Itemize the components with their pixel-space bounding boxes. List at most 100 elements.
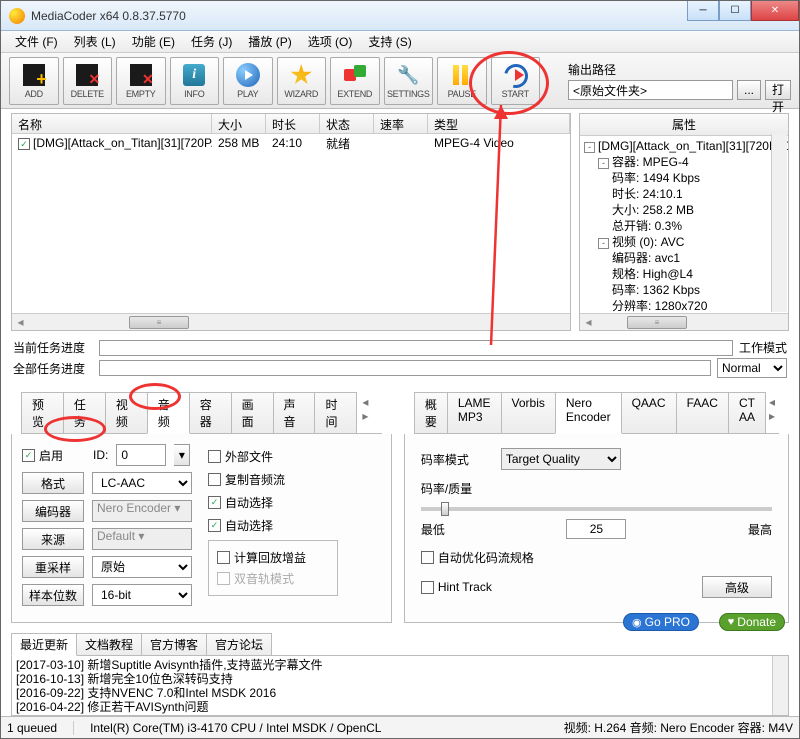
encoder-panel: 码率模式Target Quality 码率/质量 最低最高 自动优化码流规格 H… bbox=[404, 434, 789, 623]
menubar: 文件 (F) 列表 (L) 功能 (E) 任务 (J) 播放 (P) 选项 (O… bbox=[1, 31, 799, 53]
col-dur[interactable]: 时长 bbox=[266, 114, 320, 133]
col-size[interactable]: 大小 bbox=[212, 114, 266, 133]
browse-button[interactable]: ... bbox=[737, 80, 761, 100]
file-row[interactable]: ✓[DMG][Attack_on_Titan][31][720P... 258 … bbox=[12, 134, 570, 152]
tab-ctaa[interactable]: CT AA bbox=[728, 392, 766, 433]
auto2-checkbox[interactable]: 自动选择 bbox=[208, 517, 273, 534]
pause-icon bbox=[453, 65, 471, 85]
pause-button[interactable]: PAUSE bbox=[437, 57, 487, 105]
hscrollbar[interactable]: ◂≡ bbox=[12, 313, 570, 330]
tab-preview[interactable]: 预览 bbox=[21, 392, 64, 433]
titlebar: MediaCoder x64 0.8.37.5770 ─ ☐ ✕ bbox=[1, 1, 799, 31]
bottom-tabs: 最近更新 文档教程 官方博客 官方论坛 bbox=[11, 633, 789, 656]
info-icon: i bbox=[183, 64, 205, 86]
tab-sound[interactable]: 声音 bbox=[273, 392, 316, 433]
wizard-button[interactable]: WIZARD bbox=[277, 57, 327, 105]
minimize-button[interactable]: ─ bbox=[687, 1, 719, 21]
output-path-group: 输出路径 ... 打开 bbox=[568, 61, 791, 100]
tab-vorbis[interactable]: Vorbis bbox=[501, 392, 556, 433]
bits-button[interactable]: 样本位数 bbox=[22, 584, 84, 606]
tab-video[interactable]: 视频 bbox=[105, 392, 148, 433]
id-input[interactable] bbox=[116, 444, 166, 466]
ext-checkbox[interactable]: 外部文件 bbox=[208, 448, 273, 465]
source-button[interactable]: 来源 bbox=[22, 528, 84, 550]
audio-panel: 启用 ID: ▾ 格式LC-AAC 编码器Nero Encoder ▾ 来源De… bbox=[11, 434, 392, 623]
add-button[interactable]: ADD bbox=[9, 57, 59, 105]
menu-support[interactable]: 支持 (S) bbox=[360, 30, 419, 53]
menu-options[interactable]: 选项 (O) bbox=[300, 30, 361, 53]
format-button[interactable]: 格式 bbox=[22, 472, 84, 494]
col-rate[interactable]: 速率 bbox=[374, 114, 428, 133]
tab-forum[interactable]: 官方论坛 bbox=[206, 633, 272, 655]
mode-label: 码率模式 bbox=[421, 451, 491, 468]
tab-summary[interactable]: 概要 bbox=[414, 392, 448, 433]
close-button[interactable]: ✕ bbox=[751, 1, 799, 21]
scroll-tabs-r[interactable]: ◂ ▸ bbox=[765, 392, 779, 433]
resample-select[interactable]: 原始 bbox=[92, 556, 192, 578]
play-button[interactable]: PLAY bbox=[223, 57, 273, 105]
delete-icon bbox=[76, 64, 98, 86]
delete-button[interactable]: DELETE bbox=[63, 57, 113, 105]
menu-task[interactable]: 任务 (J) bbox=[183, 30, 240, 53]
format-select[interactable]: LC-AAC bbox=[92, 472, 192, 494]
empty-button[interactable]: EMPTY bbox=[116, 57, 166, 105]
all-progress-label: 全部任务进度 bbox=[13, 360, 93, 377]
menu-func[interactable]: 功能 (E) bbox=[124, 30, 183, 53]
gopro-button[interactable]: ◉ Go PRO bbox=[623, 613, 699, 631]
output-path-input[interactable] bbox=[568, 80, 733, 100]
resample-button[interactable]: 重采样 bbox=[22, 556, 84, 578]
menu-list[interactable]: 列表 (L) bbox=[66, 30, 124, 53]
hint-checkbox[interactable]: Hint Track bbox=[421, 580, 492, 594]
col-type[interactable]: 类型 bbox=[428, 114, 570, 133]
quality-slider[interactable] bbox=[421, 507, 772, 511]
copy-checkbox[interactable]: 复制音频流 bbox=[208, 471, 285, 488]
settings-button[interactable]: 🔧SETTINGS bbox=[384, 57, 434, 105]
auto1-checkbox[interactable]: 自动选择 bbox=[208, 494, 273, 511]
tab-picture[interactable]: 画面 bbox=[231, 392, 274, 433]
advanced-button[interactable]: 高级 bbox=[702, 576, 772, 598]
tab-faac[interactable]: FAAC bbox=[676, 392, 729, 433]
encoder-button[interactable]: 编码器 bbox=[22, 500, 84, 522]
props-tree[interactable]: -[DMG][Attack_on_Titan][31][720P][GB -容器… bbox=[580, 136, 788, 313]
tab-recent[interactable]: 最近更新 bbox=[11, 633, 77, 656]
wrench-icon: 🔧 bbox=[397, 64, 419, 86]
gain-checkbox[interactable]: 计算回放增益 bbox=[217, 549, 306, 566]
row-checkbox[interactable]: ✓ bbox=[18, 138, 30, 150]
col-state[interactable]: 状态 bbox=[320, 114, 374, 133]
hscrollbar-props[interactable]: ◂≡ bbox=[580, 313, 788, 330]
scroll-tabs[interactable]: ◂ ▸ bbox=[356, 392, 381, 433]
col-name[interactable]: 名称 bbox=[12, 114, 212, 133]
donate-button[interactable]: ♥ Donate bbox=[719, 613, 785, 631]
maximize-button[interactable]: ☐ bbox=[719, 1, 751, 21]
log-scrollbar[interactable] bbox=[772, 656, 788, 715]
mode-select[interactable]: Target Quality bbox=[501, 448, 621, 470]
extend-button[interactable]: EXTEND bbox=[330, 57, 380, 105]
info-button[interactable]: iINFO bbox=[170, 57, 220, 105]
current-progress-label: 当前任务进度 bbox=[13, 339, 93, 356]
tab-qaac[interactable]: QAAC bbox=[621, 392, 677, 433]
properties-panel: 属性 -[DMG][Attack_on_Titan][31][720P][GB … bbox=[579, 113, 789, 331]
menu-file[interactable]: 文件 (F) bbox=[7, 30, 66, 53]
tab-task[interactable]: 任务 bbox=[63, 392, 106, 433]
autoopt-checkbox[interactable]: 自动优化码流规格 bbox=[421, 549, 534, 566]
play-icon bbox=[236, 63, 260, 87]
bits-select[interactable]: 16-bit bbox=[92, 584, 192, 606]
tab-docs[interactable]: 文档教程 bbox=[76, 633, 142, 655]
tab-lame[interactable]: LAME MP3 bbox=[447, 392, 502, 433]
workmode-select[interactable]: Normal bbox=[717, 358, 787, 378]
menu-play[interactable]: 播放 (P) bbox=[240, 30, 299, 53]
enable-checkbox[interactable]: 启用 bbox=[22, 447, 63, 464]
tab-nero[interactable]: Nero Encoder bbox=[555, 392, 622, 434]
tab-audio[interactable]: 音频 bbox=[147, 392, 190, 434]
tab-container[interactable]: 容器 bbox=[189, 392, 232, 433]
quality-input[interactable] bbox=[566, 519, 626, 539]
all-progress-bar bbox=[99, 360, 711, 376]
tab-time[interactable]: 时间 bbox=[314, 392, 357, 433]
vscrollbar[interactable] bbox=[771, 134, 787, 312]
props-title: 属性 bbox=[580, 114, 788, 136]
open-button[interactable]: 打开 bbox=[765, 80, 791, 100]
quality-label: 码率/质量 bbox=[421, 480, 491, 497]
tab-blog[interactable]: 官方博客 bbox=[141, 633, 207, 655]
log-area[interactable]: [2017-03-10] 新增Suptitle Avisynth插件,支持蓝光字… bbox=[11, 656, 789, 716]
start-button[interactable]: START bbox=[491, 57, 541, 105]
